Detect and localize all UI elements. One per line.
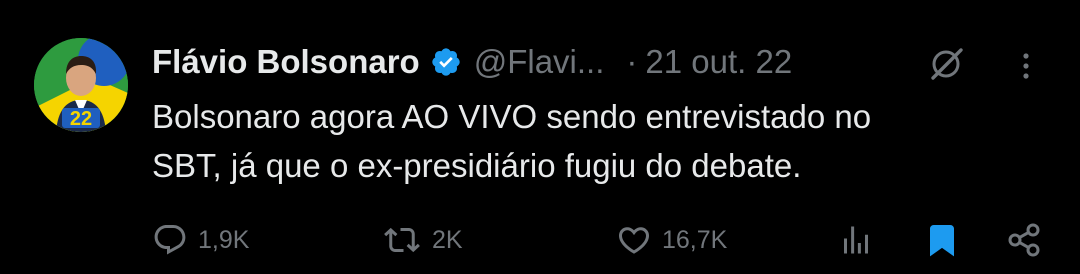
reply-button[interactable]: 1,9K	[152, 215, 249, 265]
tweet-timestamp[interactable]: 21 out. 22	[645, 43, 792, 81]
more-options-icon[interactable]	[1012, 48, 1040, 84]
tweet-text-line: SBT, já que o ex-presidiário fugiu do de…	[152, 147, 802, 184]
views-button[interactable]	[838, 215, 874, 265]
tweet-text-line: Bolsonaro agora AO VIVO sendo entrevista…	[152, 98, 872, 135]
avatar-number: 22	[70, 108, 92, 130]
action-bar: 1,9K 2K 16,7K	[0, 215, 1080, 265]
share-icon	[1004, 220, 1044, 260]
verified-badge-icon	[430, 46, 462, 78]
avatar[interactable]: 22	[34, 38, 128, 132]
retweet-count: 2K	[432, 225, 463, 254]
tweet-header: Flávio Bolsonaro @Flavi... · 21 out. 22	[152, 40, 792, 84]
bookmark-icon	[924, 222, 960, 258]
like-button[interactable]: 16,7K	[616, 215, 727, 265]
tweet-card[interactable]: 22 Flávio Bolsonaro @Flavi... · 21 out. …	[0, 0, 1080, 274]
grok-icon[interactable]	[926, 44, 966, 84]
analytics-icon	[838, 222, 874, 258]
separator-dot: ·	[626, 43, 638, 80]
retweet-button[interactable]: 2K	[382, 215, 463, 265]
author-name[interactable]: Flávio Bolsonaro	[152, 43, 420, 81]
share-button[interactable]	[1004, 215, 1044, 265]
retweet-icon	[382, 222, 422, 258]
heart-icon	[616, 222, 652, 258]
reply-icon	[152, 222, 188, 258]
bookmark-button[interactable]	[924, 215, 960, 265]
author-handle[interactable]: @Flavi...	[474, 43, 605, 81]
like-count: 16,7K	[662, 225, 728, 254]
reply-count: 1,9K	[198, 225, 250, 254]
tweet-text: Bolsonaro agora AO VIVO sendo entrevista…	[152, 92, 1052, 190]
